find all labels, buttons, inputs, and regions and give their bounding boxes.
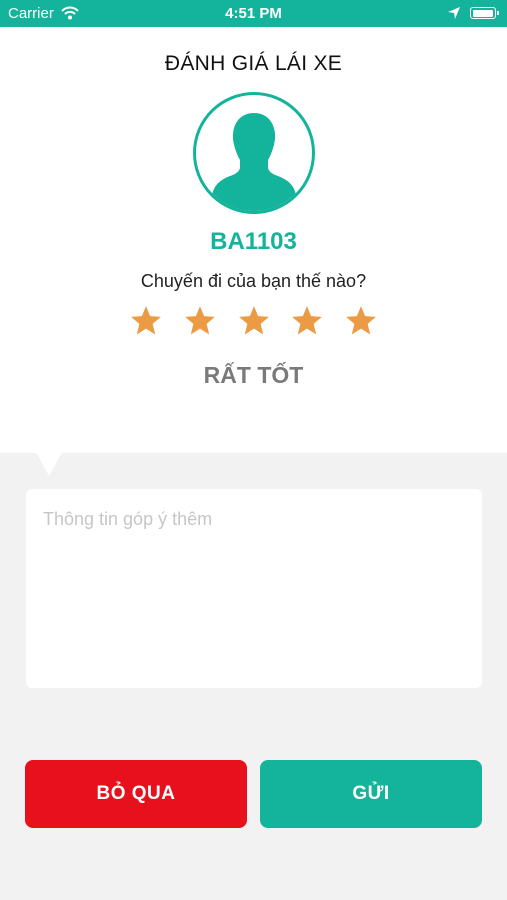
user-silhouette-icon bbox=[210, 113, 298, 211]
battery-icon bbox=[470, 7, 499, 19]
rating-question: Chuyến đi của bạn thế nào? bbox=[140, 271, 367, 291]
status-bar: Carrier 4:51 PM bbox=[0, 0, 507, 27]
status-time: 4:51 PM bbox=[225, 5, 282, 22]
send-button[interactable]: GỬI bbox=[260, 760, 482, 828]
speech-pointer bbox=[36, 452, 62, 476]
star-rating[interactable] bbox=[0, 304, 507, 340]
driver-avatar bbox=[193, 92, 315, 214]
star-icon-5[interactable] bbox=[344, 304, 378, 338]
feedback-textarea[interactable] bbox=[26, 489, 482, 688]
star-icon-1[interactable] bbox=[129, 304, 163, 338]
skip-button[interactable]: BỎ QUA bbox=[25, 760, 247, 828]
rating-label: RẤT TỐT bbox=[203, 362, 304, 388]
location-arrow-icon bbox=[447, 6, 461, 24]
page-title: ĐÁNH GIÁ LÁI XE bbox=[164, 52, 343, 75]
star-icon-4[interactable] bbox=[290, 304, 324, 338]
star-icon-3[interactable] bbox=[237, 304, 271, 338]
driver-code: BA1103 bbox=[210, 228, 297, 255]
star-icon-2[interactable] bbox=[183, 304, 217, 338]
